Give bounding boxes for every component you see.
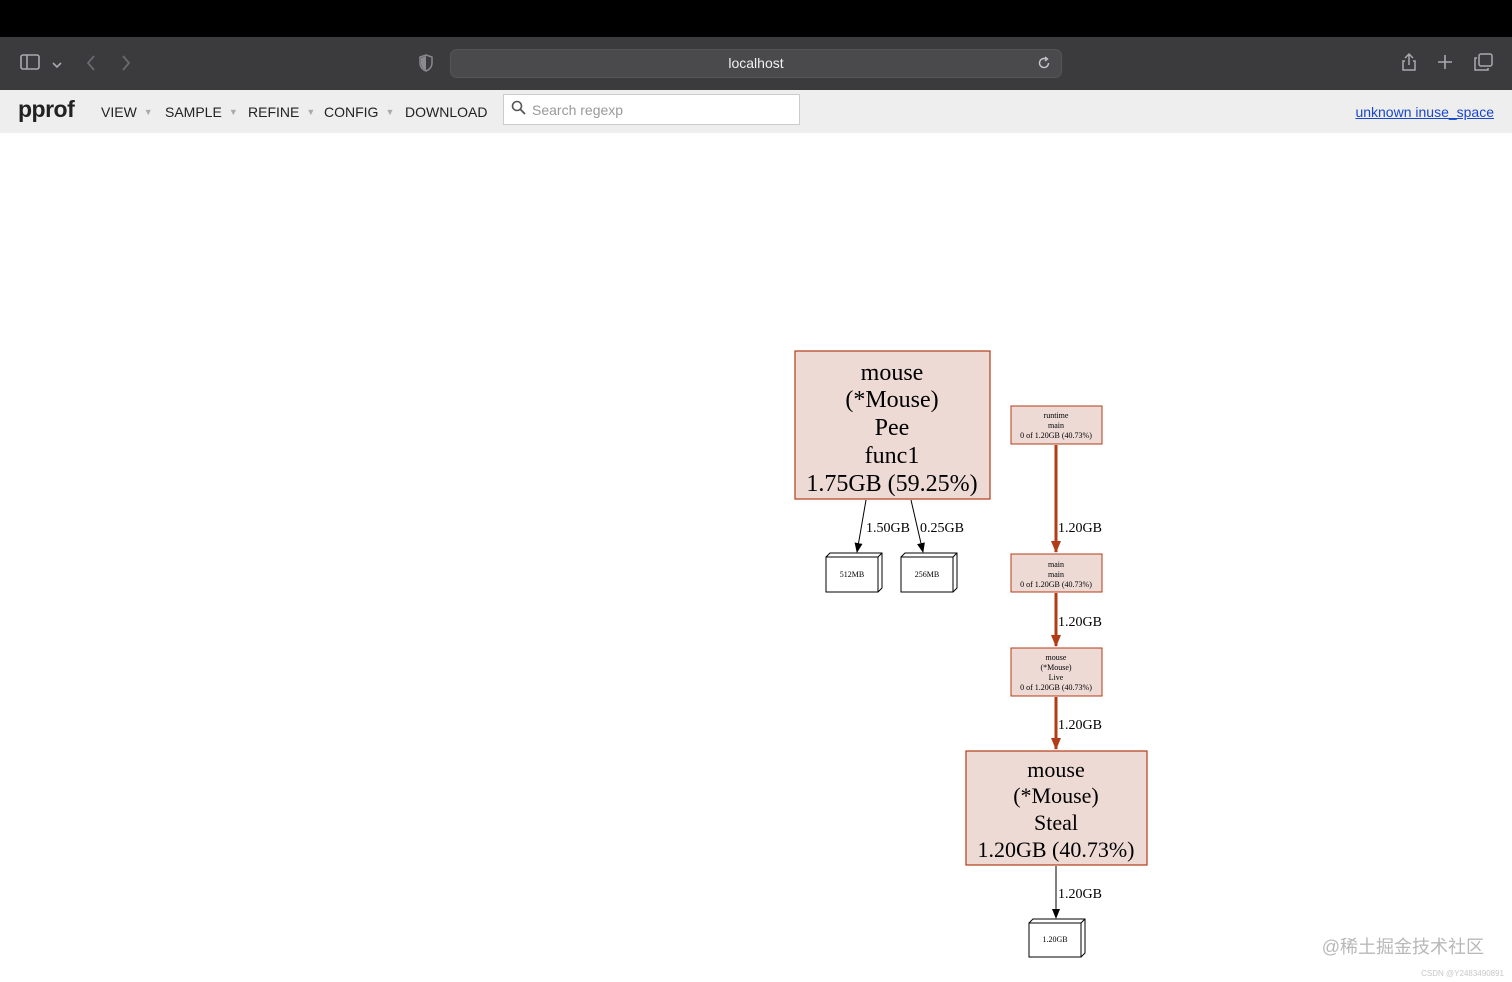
share-icon[interactable] [1400,52,1418,75]
caret-down-icon: ▼ [385,107,395,117]
legend-link[interactable]: unknown inuse_space [1355,104,1494,120]
node-label-line: runtime [1044,411,1069,420]
chevron-down-icon[interactable] [51,56,63,74]
new-tab-icon[interactable] [1437,54,1453,73]
node-label-line: (*Mouse) [845,387,938,413]
node-label-line: 1.20GB (40.73%) [977,837,1134,862]
node-label-line: 0 of 1.20GB (40.73%) [1020,580,1092,589]
edge-label: 1.50GB [866,521,910,536]
graph-node-mouse-steal[interactable]: mouse (*Mouse) Steal 1.20GB (40.73%) [965,750,1148,866]
alloc-box-512mb[interactable]: 512MB [825,552,883,593]
node-label-line: Pee [875,415,910,441]
shield-icon[interactable] [418,54,434,75]
graph-node-main-main[interactable]: main main 0 of 1.20GB (40.73%) [1010,553,1103,593]
edge-label: 1.20GB [1058,718,1102,733]
graph-node-pee-func1[interactable]: mouse (*Mouse) Pee func1 1.75GB (59.25%) [794,350,991,500]
edge-label: 1.20GB [1058,521,1102,536]
node-label-line: mouse [861,360,924,386]
node-label-line: mouse [1046,653,1067,662]
node-label-line: 0 of 1.20GB (40.73%) [1020,683,1092,692]
reload-icon[interactable] [1037,50,1051,79]
graph-node-runtime-main[interactable]: runtime main 0 of 1.20GB (40.73%) [1010,405,1103,445]
screen-top-bar [0,0,1512,37]
node-label-line: Live [1049,673,1064,682]
footer-watermark: CSDN @Y2483490891 [1421,969,1504,978]
graph-node-mouse-live[interactable]: mouse (*Mouse) Live 0 of 1.20GB (40.73%) [1010,647,1103,697]
menu-download-label: DOWNLOAD [405,104,488,120]
caret-down-icon: ▼ [306,107,316,117]
node-label-line: main [1048,560,1064,569]
search-icon [511,100,526,120]
edge-label: 1.20GB [1058,615,1102,630]
alloc-size-label: 1.20GB [1042,935,1067,944]
edge-label: 0.25GB [920,521,964,536]
node-label-line: main [1048,570,1064,579]
node-label-line: Steal [1034,810,1078,835]
menu-sample-label: SAMPLE [165,104,222,120]
edge-label: 1.20GB [1058,887,1102,902]
node-label-line: 0 of 1.20GB (40.73%) [1020,431,1092,440]
search-input[interactable] [530,99,794,121]
node-label-line: main [1048,421,1064,430]
back-icon[interactable] [85,54,97,75]
forward-icon[interactable] [120,54,132,75]
caret-down-icon: ▼ [143,107,153,117]
browser-toolbar: localhost [0,37,1512,91]
menu-download[interactable]: DOWNLOAD [405,104,487,120]
node-label-line: (*Mouse) [1013,783,1099,808]
pprof-logo[interactable]: pprof [18,96,75,123]
menu-config-label: CONFIG [324,104,379,120]
menu-sample[interactable]: SAMPLE ▼ [165,104,238,120]
node-label-line: mouse [1027,757,1084,782]
alloc-box-1-20gb[interactable]: 1.20GB [1028,918,1086,958]
url-text: localhost [728,55,784,71]
menu-view[interactable]: VIEW ▼ [101,104,153,120]
caret-down-icon: ▼ [228,107,238,117]
menu-refine-label: REFINE [248,104,300,120]
edge-pee-512mb [854,499,867,553]
watermark: @稀土掘金技术社区 [1321,937,1484,957]
search-box [503,94,800,125]
menu-config[interactable]: CONFIG ▼ [324,104,394,120]
sidebar-icon[interactable] [20,54,40,73]
menu-refine[interactable]: REFINE ▼ [248,104,315,120]
menu-view-label: VIEW [101,104,137,120]
call-graph: mouse (*Mouse) Pee func1 1.75GB (59.25%)… [794,350,1148,958]
tabs-overview-icon[interactable] [1474,53,1493,74]
node-label-line: (*Mouse) [1040,663,1071,672]
pprof-header: pprof VIEW ▼ SAMPLE ▼ REFINE ▼ CONFIG ▼ DOWN… [0,90,1512,133]
alloc-size-label: 512MB [840,570,864,579]
node-label-line: func1 [865,443,920,469]
address-bar[interactable]: localhost [450,49,1062,78]
alloc-box-256mb[interactable]: 256MB [900,552,958,593]
alloc-size-label: 256MB [915,570,939,579]
node-label-line: 1.75GB (59.25%) [806,471,977,497]
